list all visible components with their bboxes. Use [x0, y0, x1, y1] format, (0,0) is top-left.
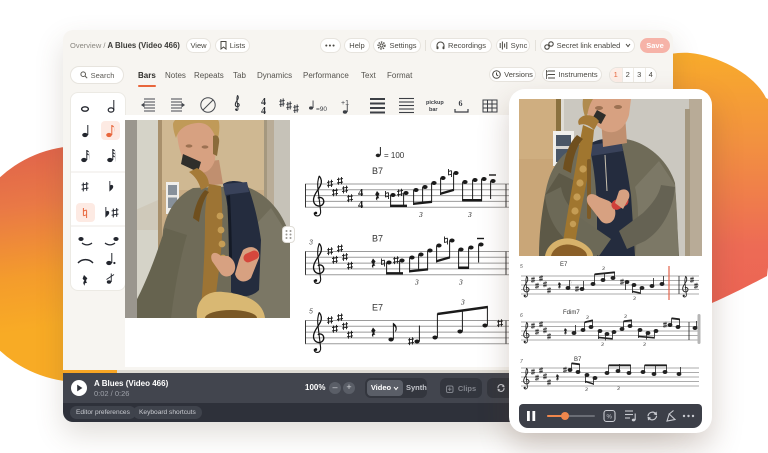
svg-text:3: 3 [601, 266, 605, 272]
svg-text:Fdim7: Fdim7 [563, 310, 580, 316]
svg-text:3: 3 [467, 210, 472, 219]
svg-text:B7: B7 [574, 357, 582, 363]
svg-text:6: 6 [520, 313, 523, 319]
svg-text:%: % [607, 415, 613, 421]
svg-text:6: 6 [459, 99, 463, 108]
svg-text:5: 5 [520, 264, 523, 270]
svg-text:E7: E7 [372, 303, 383, 313]
svg-text:4: 4 [358, 188, 364, 199]
svg-text:3: 3 [458, 278, 463, 287]
svg-text:3: 3 [584, 387, 588, 393]
svg-text:3: 3 [616, 386, 620, 392]
svg-text:E7: E7 [560, 262, 568, 268]
svg-text:= 100: = 100 [384, 151, 405, 160]
svg-text:3: 3 [632, 296, 636, 302]
svg-text:3: 3 [309, 240, 313, 247]
svg-text:B7: B7 [372, 234, 383, 244]
svg-text:+1: +1 [341, 100, 349, 107]
svg-text:3: 3 [460, 298, 465, 307]
svg-text:=90: =90 [316, 106, 327, 113]
svg-text:3: 3 [623, 314, 627, 320]
svg-text:7: 7 [520, 359, 523, 365]
svg-text:3: 3 [418, 210, 423, 219]
svg-text:pickup: pickup [426, 100, 444, 106]
svg-text:3: 3 [414, 278, 419, 287]
svg-text:bar: bar [429, 107, 438, 113]
svg-text:3: 3 [600, 342, 604, 348]
svg-text:4: 4 [358, 200, 364, 211]
svg-text:5: 5 [309, 309, 313, 316]
svg-text:3: 3 [585, 315, 589, 321]
svg-text:B7: B7 [372, 166, 383, 176]
svg-text:3: 3 [642, 342, 646, 348]
